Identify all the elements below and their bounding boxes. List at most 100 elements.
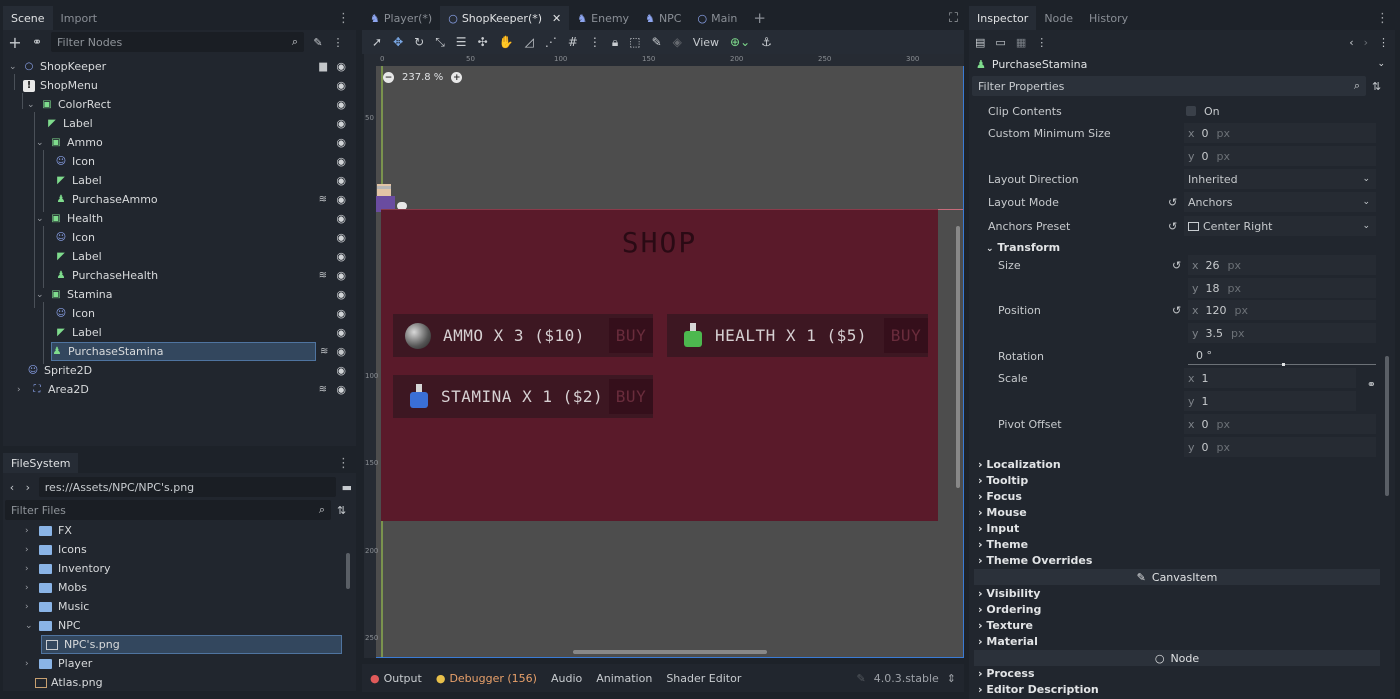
visibility-eye-icon[interactable]: ◉ — [336, 79, 346, 92]
folder-player[interactable]: › Player — [25, 654, 342, 673]
filesystem-menu-icon[interactable]: ⋮ — [331, 453, 356, 473]
forward-icon[interactable]: › — [23, 481, 33, 494]
tab-animation[interactable]: Animation — [596, 672, 652, 685]
folder-npc[interactable]: ⌄ NPC — [25, 616, 342, 635]
add-node-icon[interactable]: + — [7, 33, 23, 52]
link-icon[interactable]: ⚭ — [29, 35, 45, 49]
panel-toggle-icon[interactable]: ⇕ — [947, 672, 956, 685]
distraction-free-icon[interactable]: ⛶ — [943, 6, 964, 30]
scene-menu-icon[interactable]: ⋮ — [332, 36, 344, 49]
move-tool-icon[interactable]: ✥ — [393, 35, 403, 49]
split-view-icon[interactable]: ▬ — [342, 481, 352, 494]
revert-icon[interactable]: ↺ — [1172, 304, 1181, 317]
slider-grabber[interactable] — [1282, 363, 1285, 366]
tree-item-label[interactable]: ◤ Label ◉ — [7, 114, 352, 133]
size-y-field[interactable]: y 18 px — [1188, 278, 1376, 298]
link-scale-icon[interactable]: ⚭ — [1367, 378, 1376, 391]
layout-direction-dropdown[interactable]: Inherited ⌄ — [1184, 169, 1376, 189]
tree-item-label[interactable]: ◤ Label ◉ — [7, 247, 352, 266]
script-icon[interactable]: ✎ — [310, 36, 326, 49]
tab-main[interactable]: ○ Main — [689, 6, 745, 30]
visibility-eye-icon[interactable]: ◉ — [336, 364, 346, 377]
filter-nodes-input[interactable]: Filter Nodes ⌕ — [51, 32, 304, 52]
bone-icon[interactable]: ✎ — [652, 35, 662, 49]
group-icon[interactable]: ⬚ — [629, 35, 640, 49]
visibility-eye-icon[interactable]: ◉ — [336, 212, 346, 225]
list-select-icon[interactable]: ☰ — [456, 35, 467, 49]
tab-npc[interactable]: ♞ NPC — [637, 6, 689, 30]
folder-mobs[interactable]: › Mobs — [25, 578, 342, 597]
tree-item-icon[interactable]: ☺ Icon ◉ — [7, 152, 352, 171]
tree-item-purchasehealth[interactable]: ♟ PurchaseHealth ≋ ◉ — [7, 266, 352, 285]
tab-filesystem[interactable]: FileSystem — [3, 453, 79, 473]
visibility-eye-icon[interactable]: ◉ — [336, 250, 346, 263]
filesystem-scrollbar[interactable] — [346, 553, 350, 589]
section-focus[interactable]: › Focus — [978, 490, 1022, 503]
lock-icon[interactable]: 🔒︎ — [612, 35, 618, 50]
visibility-eye-icon[interactable]: ◉ — [336, 326, 346, 339]
folder-music[interactable]: › Music — [25, 597, 342, 616]
open-folder-icon[interactable]: ▭ — [995, 36, 1005, 49]
tab-shopkeeper[interactable]: ○ ShopKeeper(*) ✕ — [440, 6, 570, 30]
section-theme[interactable]: › Theme — [978, 538, 1028, 551]
signal-icon[interactable]: ≋ — [319, 270, 327, 281]
shop-item-stamina[interactable]: STAMINA X 1 ($2) BUY — [393, 375, 653, 418]
tree-item-stamina[interactable]: ⌄ ▣ Stamina ◉ — [7, 285, 352, 304]
shop-item-ammo[interactable]: AMMO X 3 ($10) BUY — [393, 314, 653, 357]
tree-item-shopmenu[interactable]: ! ShopMenu ◉ — [7, 76, 352, 95]
new-resource-icon[interactable]: ▤ — [975, 36, 985, 49]
rotate-tool-icon[interactable]: ↻ — [414, 35, 424, 49]
tree-item-label[interactable]: ◤ Label ◉ — [7, 323, 352, 342]
tree-item-icon[interactable]: ☺ Icon ◉ — [7, 228, 352, 247]
tab-output[interactable]: ● Output — [370, 672, 422, 685]
shop-menu[interactable]: SHOP AMMO X 3 ($10) BUY HEALTH X 1 ($5) … — [381, 209, 938, 521]
ruler-tool-icon[interactable]: ◿ — [525, 35, 534, 49]
visibility-eye-icon[interactable]: ◉ — [336, 383, 346, 396]
tab-enemy[interactable]: ♞ Enemy — [569, 6, 637, 30]
script-attached-icon[interactable]: ▆ — [319, 61, 327, 72]
zoom-out-icon[interactable]: − — [383, 72, 394, 83]
tab-debugger[interactable]: ● Debugger (156) — [436, 672, 537, 685]
object-history-icon[interactable]: ⋮ — [1378, 36, 1389, 49]
buy-health-button[interactable]: BUY — [884, 318, 928, 353]
add-anchor-icon[interactable]: ⊕⌄ — [730, 35, 750, 49]
buy-stamina-button[interactable]: BUY — [609, 379, 653, 414]
section-tooltip[interactable]: › Tooltip — [978, 474, 1028, 487]
section-mouse[interactable]: › Mouse — [978, 506, 1027, 519]
position-y-field[interactable]: y 3.5 px — [1188, 323, 1376, 343]
pan-tool-icon[interactable]: ✋ — [499, 35, 514, 49]
path-field[interactable]: res://Assets/NPC/NPC's.png — [38, 477, 336, 497]
tree-item-label[interactable]: ◤ Label ◉ — [7, 171, 352, 190]
scale-tool-icon[interactable]: ⤡ — [435, 35, 445, 50]
section-texture[interactable]: › Texture — [978, 619, 1033, 632]
shop-item-health[interactable]: HEALTH X 1 ($5) BUY — [667, 314, 928, 357]
tree-item-purchaseammo[interactable]: ♟ PurchaseAmmo ≋ ◉ — [7, 190, 352, 209]
back-icon[interactable]: ‹ — [7, 481, 17, 494]
scale-y-field[interactable]: y1 — [1184, 391, 1356, 411]
visibility-eye-icon[interactable]: ◉ — [336, 60, 346, 73]
rotation-slider[interactable]: 0 ° — [1188, 347, 1376, 366]
scene-dock-menu-icon[interactable]: ⋮ — [331, 6, 356, 30]
select-tool-icon[interactable]: ➚ — [372, 35, 382, 49]
section-material[interactable]: › Material — [978, 635, 1038, 648]
tab-scene[interactable]: Scene — [3, 6, 53, 30]
update-spinner-icon[interactable]: ✎ — [856, 672, 865, 685]
tree-item-ammo[interactable]: ⌄ ▣ Ammo ◉ — [7, 133, 352, 152]
size-x-field[interactable]: x 26 px — [1188, 255, 1376, 275]
signal-icon[interactable]: ≋ — [320, 346, 328, 357]
file-npc-png[interactable]: NPC's.png — [41, 635, 342, 654]
folder-fx[interactable]: › FX — [25, 521, 342, 540]
tab-audio[interactable]: Audio — [551, 672, 582, 685]
pivot-x-field[interactable]: x 0 px — [1184, 414, 1376, 434]
section-input[interactable]: › Input — [978, 522, 1019, 535]
section-transform[interactable]: ⌄ Transform — [986, 241, 1060, 254]
tree-item-shopkeeper[interactable]: ⌄ ○ ShopKeeper ▆ ◉ — [7, 57, 352, 76]
viewport-v-scrollbar[interactable] — [956, 226, 960, 488]
position-x-field[interactable]: x 120 px — [1188, 300, 1376, 320]
section-theme-overrides[interactable]: › Theme Overrides — [978, 554, 1092, 567]
tab-node[interactable]: Node — [1036, 6, 1081, 30]
visibility-eye-icon[interactable]: ◉ — [336, 136, 346, 149]
section-localization[interactable]: › Localization — [978, 458, 1061, 471]
pivot-icon[interactable]: ✣ — [478, 35, 488, 49]
layout-mode-dropdown[interactable]: Anchors ⌄ — [1184, 192, 1376, 212]
